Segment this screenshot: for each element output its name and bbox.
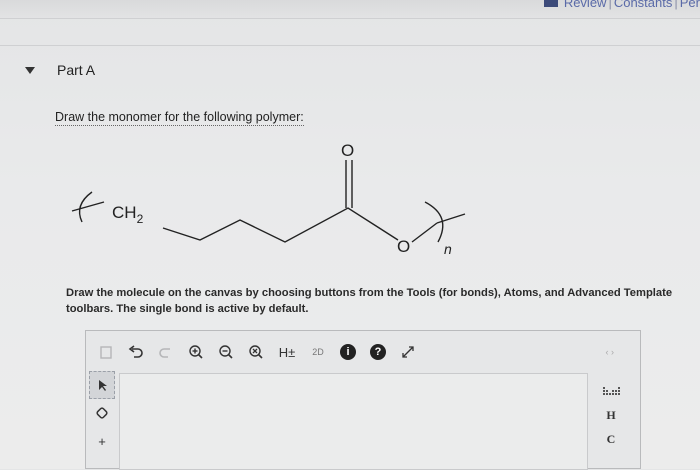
- atoms-toolbar: H C: [598, 379, 624, 451]
- charge-plus-icon[interactable]: +: [89, 427, 115, 455]
- constants-link[interactable]: Constants: [614, 0, 673, 10]
- periodic-table-icon[interactable]: [598, 379, 624, 403]
- undo-icon[interactable]: [122, 339, 150, 365]
- part-title[interactable]: Part A: [57, 62, 95, 78]
- collapse-caret-icon[interactable]: [25, 67, 35, 74]
- ester-oxygen: O: [397, 237, 410, 256]
- ch2-label: CH2: [112, 203, 144, 226]
- divider: [0, 18, 700, 19]
- review-link[interactable]: Review: [564, 0, 607, 10]
- eraser-tool-icon[interactable]: [89, 399, 115, 427]
- help-icon: ?: [370, 344, 386, 360]
- view-2d-label: 2D: [312, 347, 324, 357]
- view-2d-icon[interactable]: 2D: [304, 339, 332, 365]
- info-button[interactable]: i: [334, 339, 362, 365]
- right-bond: [411, 222, 438, 243]
- atom-button-c[interactable]: C: [598, 427, 624, 451]
- review-icon: [543, 0, 558, 8]
- atom-button-h[interactable]: H: [598, 403, 624, 427]
- clear-icon[interactable]: [92, 339, 120, 365]
- question-instruction: Draw the monomer for the following polym…: [55, 110, 304, 126]
- editor-instructions: Draw the molecule on the canvas by choos…: [66, 287, 673, 315]
- polymer-structure: CH2 O O n: [71, 141, 466, 257]
- toggle-hydrogens-button[interactable]: H±: [272, 339, 302, 365]
- drawing-canvas[interactable]: [119, 373, 588, 470]
- carbonyl-oxygen: O: [341, 141, 354, 160]
- zoom-out-icon[interactable]: [212, 339, 240, 365]
- toolbar-scroll-icon[interactable]: ‹ ›: [606, 347, 615, 357]
- repeat-n: n: [444, 241, 452, 257]
- zoom-reset-icon[interactable]: [242, 339, 270, 365]
- editor-toolbar: H± 2D i ? ‹ ›: [86, 331, 640, 373]
- header-links: Review | Constants | Per: [543, 0, 700, 10]
- carbon-chain: [162, 207, 399, 243]
- left-bond-cut: [71, 201, 105, 212]
- info-icon: i: [340, 344, 356, 360]
- top-bar: Review | Constants | Per: [0, 0, 700, 18]
- divider: [0, 45, 700, 46]
- help-button[interactable]: ?: [364, 339, 392, 365]
- tools-toolbar: +: [89, 371, 115, 468]
- redo-icon[interactable]: [152, 339, 180, 365]
- fullscreen-icon[interactable]: [394, 339, 422, 365]
- zoom-in-icon[interactable]: [182, 339, 210, 365]
- periodic-table-link[interactable]: Per: [680, 0, 700, 10]
- molecule-editor: H± 2D i ? ‹ › + H C: [85, 330, 641, 470]
- select-tool-icon[interactable]: [89, 371, 115, 399]
